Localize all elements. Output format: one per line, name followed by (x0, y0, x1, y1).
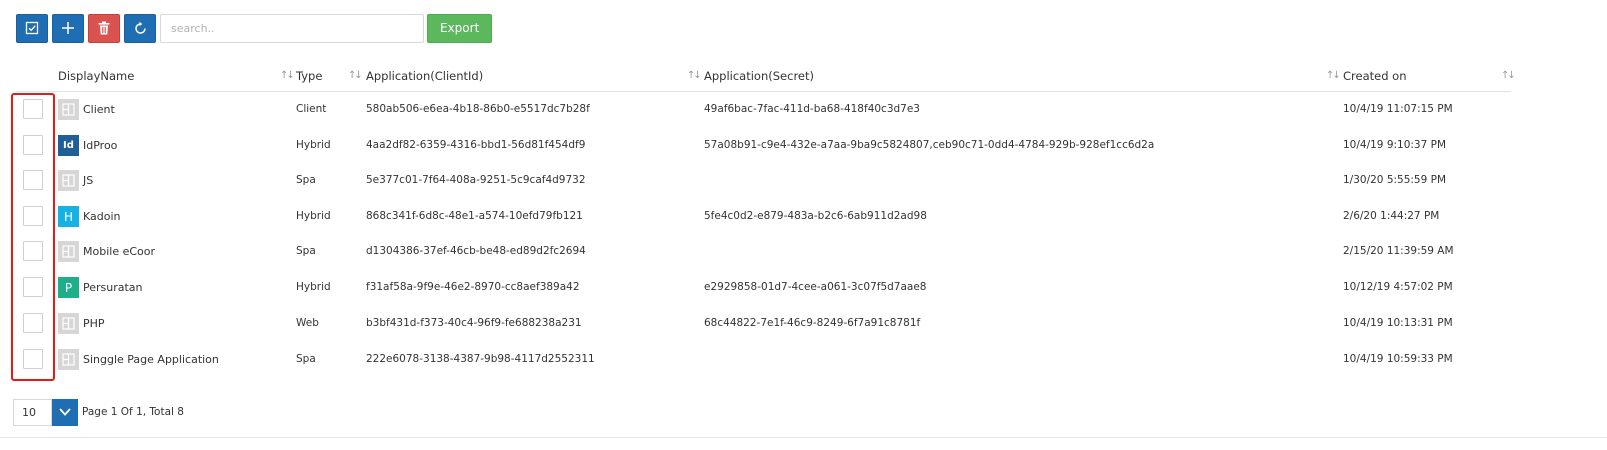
row-secret: 5fe4c0d2-e879-483a-b2c6-6ab911d2ad98 (704, 210, 927, 222)
persuratan-logo: P (58, 277, 79, 298)
grid-icon (58, 170, 79, 191)
column-header-created-on[interactable]: Created on (1343, 69, 1407, 83)
row-created-on: 2/6/20 1:44:27 PM (1343, 210, 1440, 222)
chevron-down-icon (59, 408, 71, 416)
grid-icon (58, 313, 79, 334)
column-header-type[interactable]: Type (296, 69, 322, 83)
row-display-name: Persuratan (83, 281, 143, 294)
sort-icon[interactable]: ↑↓ (1501, 70, 1516, 81)
row-display-name: Client (83, 103, 115, 116)
row-client-id: d1304386-37ef-46cb-be48-ed89d2fc2694 (366, 245, 586, 257)
table-row[interactable]: Id IdProo Hybrid 4aa2df82-6359-4316-bbd1… (16, 129, 1511, 165)
select-all-button[interactable] (16, 13, 48, 43)
row-secret: 68c44822-7e1f-46c9-8249-6f7a91c8781f (704, 317, 921, 329)
table-row[interactable]: P Persuratan Hybrid f31af58a-9f9e-46e2-8… (16, 271, 1511, 307)
row-display-name: JS (83, 174, 94, 187)
row-type: Spa (296, 353, 316, 365)
export-button[interactable]: Export (427, 13, 493, 43)
refresh-button[interactable] (124, 13, 156, 43)
search-input[interactable] (160, 13, 424, 43)
sort-icon[interactable]: ↑↓ (687, 70, 702, 81)
row-type: Hybrid (296, 281, 331, 293)
row-type: Client (296, 103, 327, 115)
row-type: Hybrid (296, 210, 331, 222)
table-header: DisplayName ↑↓ Type ↑↓ Application(Clien… (16, 62, 1516, 92)
row-created-on: 10/12/19 4:57:02 PM (1343, 281, 1453, 293)
grid-icon (58, 349, 79, 370)
idproo-logo: Id (58, 135, 79, 156)
page-info: Page 1 Of 1, Total 8 (82, 406, 184, 418)
kadoin-logo: H (58, 206, 79, 227)
check-square-icon (25, 21, 39, 35)
row-client-id: 580ab506-e6ea-4b18-86b0-e5517dc7b28f (366, 103, 590, 115)
column-header-secret[interactable]: Application(Secret) (704, 69, 814, 83)
row-client-id: f31af58a-9f9e-46e2-8970-cc8aef389a42 (366, 281, 580, 293)
row-secret: 57a08b91-c9e4-432e-a7aa-9ba9c5824807,ceb… (704, 139, 1155, 151)
row-display-name: PHP (83, 317, 105, 330)
row-created-on: 10/4/19 9:10:37 PM (1343, 139, 1447, 151)
sort-icon[interactable]: ↑↓ (348, 70, 363, 81)
table-row[interactable]: H Kadoin Hybrid 868c341f-6d8c-48e1-a574-… (16, 200, 1511, 236)
toolbar: Export (16, 13, 493, 43)
trash-icon (98, 21, 110, 35)
page-size-select[interactable]: 10 (13, 398, 52, 426)
row-secret: e2929858-01d7-4cee-a061-3c07f5d7aae8 (704, 281, 927, 293)
row-display-name: IdProo (83, 139, 118, 152)
row-secret: 49af6bac-7fac-411d-ba68-418f40c3d7e3 (704, 103, 920, 115)
applications-table: DisplayName ↑↓ Type ↑↓ Application(Clien… (16, 62, 1516, 370)
row-client-id: 4aa2df82-6359-4316-bbd1-56d81f454df9 (366, 139, 586, 151)
row-client-id: 868c341f-6d8c-48e1-a574-10efd79fb121 (366, 210, 583, 222)
pagination: 10 Page 1 Of 1, Total 8 (13, 398, 184, 426)
divider (0, 437, 1607, 438)
row-type: Web (296, 317, 319, 329)
checkbox-column-highlight (11, 93, 55, 381)
row-type: Spa (296, 245, 316, 257)
row-client-id: 222e6078-3138-4387-9b98-4117d2552311 (366, 353, 595, 365)
column-header-client-id[interactable]: Application(ClientId) (366, 69, 483, 83)
plus-icon (62, 22, 74, 34)
column-header-displayname[interactable]: DisplayName (58, 69, 134, 83)
table-row[interactable]: Singgle Page Application Spa 222e6078-31… (16, 343, 1511, 379)
row-type: Hybrid (296, 139, 331, 151)
delete-button[interactable] (88, 13, 120, 43)
row-created-on: 10/4/19 11:07:15 PM (1343, 103, 1453, 115)
sort-icon[interactable]: ↑↓ (1326, 70, 1341, 81)
row-display-name: Kadoin (83, 210, 121, 223)
row-client-id: 5e377c01-7f64-408a-9251-5c9caf4d9732 (366, 174, 586, 186)
table-row[interactable]: JS Spa 5e377c01-7f64-408a-9251-5c9caf4d9… (16, 164, 1511, 200)
page-size-dropdown-button[interactable] (52, 398, 78, 426)
row-display-name: Singgle Page Application (83, 353, 219, 366)
table-row[interactable]: Mobile eCoor Spa d1304386-37ef-46cb-be48… (16, 235, 1511, 271)
refresh-icon (134, 21, 146, 34)
row-display-name: Mobile eCoor (83, 245, 156, 258)
grid-icon (58, 241, 79, 262)
row-created-on: 10/4/19 10:13:31 PM (1343, 317, 1453, 329)
row-created-on: 10/4/19 10:59:33 PM (1343, 353, 1453, 365)
grid-icon (58, 99, 79, 120)
row-client-id: b3bf431d-f373-40c4-96f9-fe688238a231 (366, 317, 582, 329)
add-button[interactable] (52, 13, 84, 43)
sort-icon[interactable]: ↑↓ (280, 70, 295, 81)
table-row[interactable]: Client Client 580ab506-e6ea-4b18-86b0-e5… (16, 93, 1511, 129)
row-created-on: 2/15/20 11:39:59 AM (1343, 245, 1454, 257)
row-created-on: 1/30/20 5:55:59 PM (1343, 174, 1447, 186)
row-type: Spa (296, 174, 316, 186)
table-row[interactable]: PHP Web b3bf431d-f373-40c4-96f9-fe688238… (16, 307, 1511, 343)
